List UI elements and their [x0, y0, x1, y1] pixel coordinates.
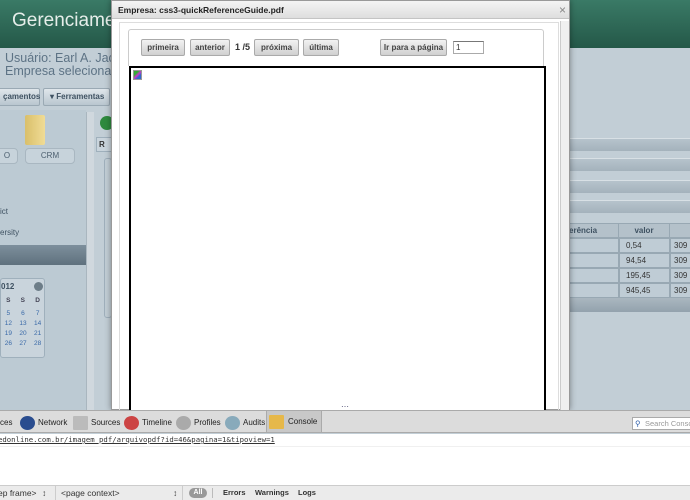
table-row[interactable]: 945,45 309 — [568, 283, 690, 298]
menu-ferramentas[interactable]: ▾ Ferramentas — [43, 88, 110, 106]
console-url-link[interactable]: edonline.com.br/imagem_pdf/arquivopdf?id… — [0, 435, 275, 444]
next-page-button[interactable]: próxima — [254, 39, 299, 56]
dialog-scrollbar[interactable] — [560, 21, 569, 411]
left-panel: O CRM ict ersity — [0, 110, 86, 410]
search-console-input[interactable]: ⚲Search Console — [632, 417, 690, 430]
prev-page-button[interactable]: anterior — [190, 39, 230, 56]
module-button-crm[interactable]: CRM — [25, 148, 75, 164]
page-number-input[interactable]: 1 — [453, 41, 484, 54]
menu-lancamentos[interactable]: çamentos — [0, 88, 40, 106]
timeline-icon — [124, 416, 139, 430]
tab-network[interactable]: Network — [20, 414, 67, 432]
broken-image-icon — [133, 70, 142, 80]
weekday: S — [6, 297, 11, 304]
filter-warnings[interactable]: Warnings — [255, 486, 289, 500]
calendar-day[interactable]: 27 — [19, 339, 26, 349]
calendar-day[interactable]: 28 — [34, 339, 41, 349]
calendar-day[interactable]: 20 — [19, 329, 26, 339]
page-indicator: 1 /5 — [235, 42, 251, 52]
list-item[interactable]: ersity — [0, 228, 19, 237]
tab-console[interactable]: Console — [266, 411, 323, 432]
band — [570, 158, 690, 171]
left-scrollbar[interactable] — [86, 112, 94, 410]
dialog-title: Empresa: css3-quickReferenceGuide.pdf — [112, 1, 569, 19]
console-output: edonline.com.br/imagem_pdf/arquivopdf?id… — [0, 434, 690, 485]
calendar-day[interactable]: 7 — [36, 309, 40, 319]
search-icon: ⚲ — [635, 419, 641, 428]
table-footer — [570, 298, 690, 312]
panel-tab[interactable]: R — [96, 137, 112, 152]
folder-icon[interactable] — [25, 115, 45, 145]
weekday: D — [35, 297, 40, 304]
table-row[interactable]: 94,54 309 — [568, 253, 690, 268]
band — [570, 180, 690, 193]
column-header[interactable] — [669, 223, 690, 238]
filter-all[interactable]: All — [189, 488, 207, 498]
close-icon[interactable]: × — [559, 3, 566, 17]
tab-timeline[interactable]: Timeline — [124, 414, 172, 432]
filter-logs[interactable]: Logs — [298, 486, 316, 500]
calendar-day[interactable]: 13 — [19, 319, 26, 329]
network-icon — [20, 416, 35, 430]
column-header[interactable]: erência — [568, 223, 619, 238]
tab-resources[interactable]: ces — [0, 414, 12, 432]
devtools-statusbar: ep frame> ↕ <page context> ↕ All Errors Wa… — [0, 485, 690, 500]
tab-audits[interactable]: Audits — [225, 414, 265, 432]
profiles-icon — [176, 416, 191, 430]
list-item[interactable]: ict — [0, 207, 8, 216]
console-icon — [269, 415, 284, 429]
band — [570, 138, 690, 151]
band — [570, 200, 690, 213]
pdf-viewer[interactable] — [129, 66, 546, 412]
table-row[interactable]: 195,45 309 — [568, 268, 690, 283]
calendar-day[interactable]: 12 — [5, 319, 12, 329]
calendar-day[interactable]: 6 — [21, 309, 25, 319]
pdf-dialog: Empresa: css3-quickReferenceGuide.pdf × … — [111, 0, 570, 412]
audits-icon — [225, 416, 240, 430]
weekday: S — [20, 297, 25, 304]
tab-sources[interactable]: Sources — [73, 414, 120, 432]
calendar: 012 S S D 56 7 12 13 14 19 20 21 26 27 28 — [0, 278, 45, 358]
sources-icon — [73, 416, 88, 430]
filter-errors[interactable]: Errors — [223, 486, 246, 500]
frame-select[interactable]: ep frame> ↕ — [0, 486, 50, 500]
table-body: 0,54 309 94,54 309 195,45 309 945,45 309 — [568, 238, 690, 298]
devtools-toolbar: ces Network Sources Timeline Profiles Au… — [0, 410, 690, 433]
module-button-o[interactable]: O — [0, 148, 18, 164]
first-page-button[interactable]: primeira — [141, 39, 185, 56]
section-bar — [0, 245, 86, 265]
tab-profiles[interactable]: Profiles — [176, 414, 221, 432]
last-page-button[interactable]: última — [303, 39, 339, 56]
context-select[interactable]: <page context> ↕ — [55, 486, 183, 500]
calendar-day[interactable]: 21 — [34, 329, 41, 339]
calendar-day[interactable]: 19 — [5, 329, 12, 339]
calendar-year: 012 — [1, 282, 15, 291]
goto-page-button[interactable]: Ir para a página — [380, 39, 447, 56]
table-row[interactable]: 0,54 309 — [568, 238, 690, 253]
next-month-icon[interactable] — [34, 282, 43, 291]
column-header[interactable]: valor — [618, 223, 670, 238]
calendar-day[interactable]: 14 — [34, 319, 41, 329]
calendar-day[interactable]: 5 — [7, 309, 11, 319]
calendar-day[interactable]: 26 — [5, 339, 12, 349]
